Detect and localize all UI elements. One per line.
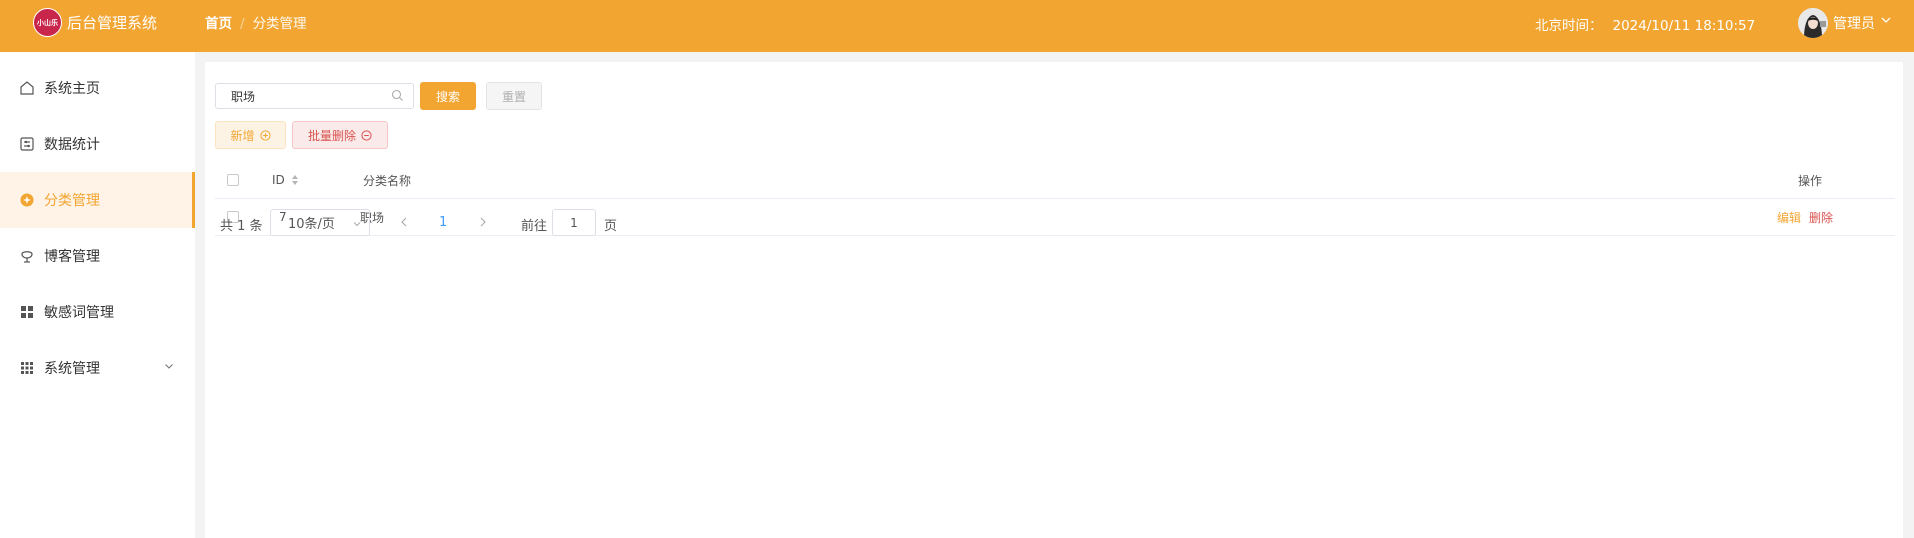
batch-delete-label: 批量删除	[307, 128, 356, 143]
batch-delete-button[interactable]: 批量删除	[292, 121, 388, 149]
sidebar-item-label: 分类管理	[44, 193, 100, 209]
row-actions: 编辑 删除	[1777, 199, 1833, 235]
sidebar-item-sensitive-words[interactable]: 敏感词管理	[0, 284, 195, 340]
delete-link[interactable]: 删除	[1809, 209, 1833, 226]
next-page-icon[interactable]	[477, 215, 489, 233]
breadcrumb-home[interactable]: 首页	[205, 16, 232, 32]
add-button[interactable]: 新增	[215, 121, 286, 149]
pagination: 共 1 条 10条/页 1 前往 页	[215, 209, 815, 237]
search-button[interactable]: 搜索	[420, 82, 476, 110]
sidebar-item-label: 系统主页	[44, 81, 100, 97]
blog-icon	[19, 248, 35, 264]
goto-label: 前往	[521, 219, 548, 234]
sidebar-item-stats[interactable]: 数据统计	[0, 116, 195, 172]
sidebar-item-category[interactable]: 分类管理	[0, 172, 195, 228]
breadcrumb-separator: /	[240, 16, 245, 32]
chevron-down-icon	[352, 218, 362, 233]
breadcrumb: 首页 / 分类管理	[205, 12, 307, 32]
category-icon	[19, 192, 35, 208]
search-box	[215, 83, 414, 109]
sidebar-item-blog[interactable]: 博客管理	[0, 228, 195, 284]
clock-value: 2024/10/11 18:10:57	[1612, 18, 1756, 34]
sidebar-item-label: 系统管理	[44, 361, 100, 377]
app-title: 后台管理系统	[67, 14, 158, 32]
edit-link[interactable]: 编辑	[1777, 209, 1801, 226]
search-icon[interactable]	[391, 89, 404, 106]
sidebar-item-home[interactable]: 系统主页	[0, 60, 195, 116]
page-number-current[interactable]: 1	[439, 215, 447, 230]
chevron-down-icon[interactable]	[163, 360, 175, 376]
app-logo: 小山乐	[33, 8, 62, 37]
sidebar-item-label: 敏感词管理	[44, 305, 114, 321]
sidebar-item-system[interactable]: 系统管理	[0, 340, 195, 396]
chevron-down-icon[interactable]	[1880, 14, 1892, 30]
user-name[interactable]: 管理员	[1833, 13, 1875, 33]
table-header: ID 分类名称 操作	[215, 162, 1895, 199]
sidebar: 系统主页 数据统计 分类管理 博客管理 敏感词管理 系统管理	[0, 52, 195, 538]
pagination-total: 共 1 条	[220, 219, 263, 234]
stats-icon	[19, 136, 35, 152]
logo-text: 小山乐	[37, 18, 58, 27]
apps-icon	[19, 360, 35, 376]
id-header-label: ID	[272, 173, 285, 187]
clock-label: 北京时间：	[1535, 18, 1603, 34]
beijing-clock: 北京时间： 2024/10/11 18:10:57	[1535, 14, 1755, 34]
select-all-checkbox[interactable]	[227, 174, 239, 186]
home-icon	[19, 80, 35, 96]
circle-minus-icon	[361, 129, 372, 141]
main-content: 搜索 重置 新增 批量删除 ID 分类名称 操作	[205, 62, 1903, 538]
sidebar-item-label: 数据统计	[44, 137, 100, 153]
circle-plus-icon	[259, 129, 271, 141]
select-all-cell	[227, 162, 239, 198]
top-header: 小山乐 后台管理系统 首页 / 分类管理 北京时间： 2024/10/11 18:10…	[0, 0, 1914, 52]
add-button-label: 新增	[230, 128, 255, 143]
goto-page-input[interactable]	[552, 209, 596, 236]
id-column-header[interactable]: ID	[272, 162, 299, 198]
grid-icon	[19, 304, 35, 320]
sort-icon[interactable]	[291, 174, 299, 186]
actions-column-header: 操作	[1798, 173, 1823, 188]
page-size-value: 10条/页	[288, 217, 335, 232]
reset-button[interactable]: 重置	[486, 82, 542, 110]
search-input[interactable]	[231, 87, 381, 105]
sidebar-item-label: 博客管理	[44, 249, 100, 265]
page-size-select[interactable]: 10条/页	[270, 209, 370, 236]
breadcrumb-current: 分类管理	[252, 16, 307, 32]
name-column-header: 分类名称	[363, 173, 412, 188]
avatar[interactable]	[1798, 8, 1828, 38]
page-suffix-label: 页	[604, 219, 618, 234]
prev-page-icon[interactable]	[398, 215, 410, 233]
